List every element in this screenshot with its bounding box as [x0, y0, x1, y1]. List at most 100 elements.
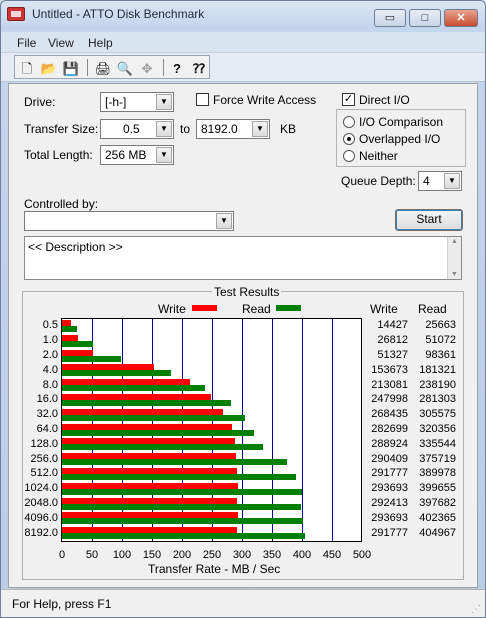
x-tick-label: 100 — [112, 549, 132, 561]
toolbar-buttons: 🗋 📂 💾 🖨 🔍 ✥ ? ⁇ — [14, 55, 210, 79]
total-length-value: 256 MB — [105, 148, 147, 162]
read-bar — [62, 474, 296, 480]
chevron-down-icon[interactable]: ▼ — [156, 147, 172, 163]
transfer-size-label: Transfer Size: — [24, 122, 99, 136]
x-axis-label: Transfer Rate - MB / Sec — [148, 562, 281, 576]
write-value: 293693 — [371, 512, 408, 524]
print-icon[interactable]: 🖨 — [93, 58, 113, 77]
chevron-down-icon[interactable]: ▼ — [252, 121, 268, 137]
move-icon[interactable]: ✥ — [137, 58, 157, 77]
category-label: 0.5 — [42, 319, 58, 331]
write-column-header: Write — [370, 302, 398, 316]
drive-value: [-h-] — [105, 95, 127, 109]
test-results-title: Test Results — [212, 285, 282, 299]
read-value: 402365 — [419, 512, 456, 524]
category-label: 32.0 — [36, 408, 58, 420]
overlapped-io-radio[interactable] — [343, 133, 355, 145]
atto-app-icon[interactable] — [7, 7, 25, 21]
read-bar — [62, 385, 205, 391]
write-value: 288924 — [371, 438, 408, 450]
x-tick-label: 250 — [202, 549, 222, 561]
chevron-down-icon[interactable]: ▼ — [156, 121, 172, 137]
read-column-header: Read — [418, 302, 447, 316]
chevron-down-icon[interactable]: ▼ — [156, 94, 172, 110]
kb-label: KB — [280, 122, 297, 136]
start-button[interactable]: Start — [395, 209, 463, 231]
read-bar — [62, 370, 171, 376]
legend-read-label: Read — [242, 302, 271, 316]
chevron-down-icon[interactable]: ▼ — [444, 173, 460, 189]
read-bar — [62, 533, 305, 539]
controlled-by-select[interactable]: ▼ — [24, 211, 234, 231]
close-button[interactable]: ✕ — [444, 9, 478, 27]
open-folder-icon[interactable]: 📂 — [39, 58, 59, 77]
drive-label: Drive: — [24, 95, 56, 109]
scroll-down-icon[interactable]: ▼ — [451, 271, 458, 278]
menu-file[interactable]: File — [17, 36, 36, 50]
write-value: 247998 — [371, 393, 408, 405]
category-label: 1.0 — [42, 334, 58, 346]
force-write-label[interactable]: Force Write Access — [213, 93, 316, 107]
category-label: 16.0 — [36, 393, 58, 405]
legend-read-swatch — [276, 305, 301, 311]
save-icon[interactable]: 💾 — [61, 58, 81, 77]
write-value: 290409 — [371, 453, 408, 465]
force-write-checkbox[interactable] — [196, 93, 209, 106]
write-value: 26812 — [377, 334, 408, 346]
read-bar — [62, 504, 301, 510]
menu-view[interactable]: View — [48, 36, 74, 50]
read-value: 320356 — [419, 423, 456, 435]
transfer-size-from-select[interactable]: 0.5 ▼ — [100, 119, 174, 139]
total-length-select[interactable]: 256 MB ▼ — [100, 145, 174, 165]
menu-help[interactable]: Help — [88, 36, 113, 50]
write-value: 14427 — [377, 319, 408, 331]
help-icon[interactable]: ? — [167, 58, 187, 77]
read-value: 281303 — [419, 393, 456, 405]
category-label: 1024.0 — [24, 482, 58, 494]
toolbar-separator — [87, 59, 88, 76]
print-preview-icon[interactable]: 🔍 — [115, 58, 135, 77]
x-tick-label: 50 — [85, 549, 99, 561]
write-value: 292413 — [371, 497, 408, 509]
close-icon: ✕ — [456, 12, 466, 24]
read-value: 389978 — [419, 467, 456, 479]
resize-grip-icon[interactable]: ⋰ — [471, 604, 481, 615]
category-label: 512.0 — [30, 467, 58, 479]
direct-io-label[interactable]: Direct I/O — [359, 93, 410, 107]
drive-select[interactable]: [-h-] ▼ — [100, 92, 174, 112]
overlapped-io-label[interactable]: Overlapped I/O — [359, 132, 440, 146]
new-document-icon[interactable]: 🗋 — [17, 58, 37, 77]
read-bar — [62, 400, 231, 406]
write-value: 51327 — [377, 349, 408, 361]
read-value: 181321 — [419, 364, 456, 376]
toolbar-separator — [163, 59, 164, 76]
context-help-icon[interactable]: ⁇ — [189, 58, 209, 77]
category-label: 8192.0 — [24, 527, 58, 539]
total-length-label: Total Length: — [24, 148, 93, 162]
x-tick-label: 300 — [232, 549, 252, 561]
chevron-down-icon[interactable]: ▼ — [216, 213, 232, 229]
read-value: 335544 — [419, 438, 456, 450]
neither-radio[interactable] — [343, 150, 355, 162]
scroll-up-icon[interactable]: ▲ — [451, 238, 458, 245]
description-scrollbar[interactable]: ▲ ▼ — [447, 237, 461, 279]
neither-label[interactable]: Neither — [359, 149, 398, 163]
transfer-size-to-select[interactable]: 8192.0 ▼ — [196, 119, 270, 139]
menu-bar: File View Help — [1, 32, 485, 52]
category-label: 128.0 — [30, 438, 58, 450]
io-comparison-radio[interactable] — [343, 116, 355, 128]
x-tick-label: 0 — [58, 549, 66, 561]
read-value: 51072 — [425, 334, 456, 346]
start-label: Start — [416, 212, 442, 226]
direct-io-checkbox[interactable]: ✓ — [342, 93, 355, 106]
gridline — [302, 319, 303, 541]
maximize-button[interactable]: □ — [409, 9, 441, 27]
io-comparison-label[interactable]: I/O Comparison — [359, 115, 443, 129]
transfer-to-value: 8192.0 — [201, 122, 238, 136]
category-label: 8.0 — [42, 379, 58, 391]
minimize-button[interactable]: ▭ — [374, 9, 406, 27]
queue-depth-select[interactable]: 4 ▼ — [418, 171, 462, 191]
description-field[interactable]: << Description >> ▲ ▼ — [24, 236, 462, 280]
write-value: 153673 — [371, 364, 408, 376]
queue-depth-value: 4 — [423, 174, 430, 188]
